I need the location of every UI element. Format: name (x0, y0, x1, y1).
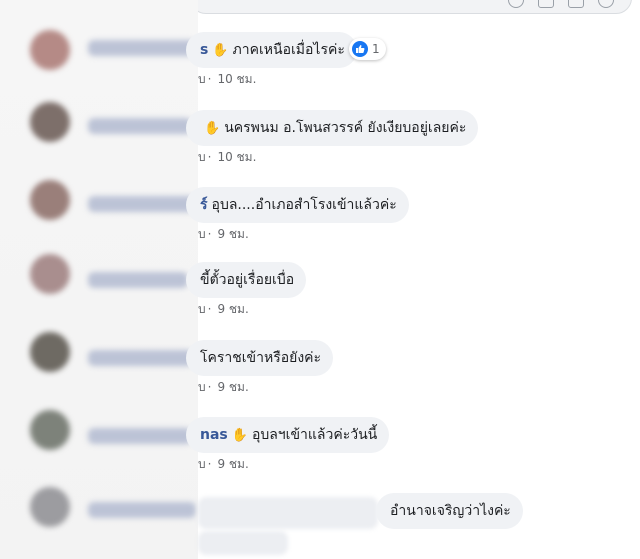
comment-text: อุบลฯเข้าแล้วค่ะวันนี้ (251, 427, 378, 443)
avatar[interactable] (30, 487, 70, 527)
comment-bubble: nas ✋ อุบลฯเข้าแล้วค่ะวันนี้ (186, 417, 390, 453)
avatar[interactable] (30, 254, 70, 294)
comment-time[interactable]: 10 ชม. (217, 150, 256, 164)
reply-link[interactable]: บ (198, 227, 206, 241)
comment-time[interactable]: 9 ชม. (217, 302, 248, 316)
comment-time[interactable]: 9 ชม. (217, 457, 248, 471)
avatar[interactable] (30, 102, 70, 142)
reply-link[interactable]: บ (198, 380, 206, 394)
comment-tools (508, 0, 614, 8)
comment-meta: บ · 9 ชม. (198, 302, 249, 316)
camera-icon[interactable] (538, 0, 554, 8)
commenter-name-blurred[interactable] (88, 40, 198, 56)
comment-bubble: s ✋ ภาคเหนือเมื่อไรค่ะ (186, 32, 357, 68)
wave-icon: ✋ (204, 120, 221, 136)
reaction-badge[interactable]: 1 (349, 38, 386, 60)
comment-meta: บ · 9 ชม. (198, 227, 249, 241)
reply-link[interactable]: บ (198, 457, 206, 471)
blurred-meta-cover (198, 531, 288, 555)
wave-icon: ✋ (212, 42, 229, 58)
comment-bubble: โคราชเข้าหรือยังค่ะ (186, 340, 334, 376)
comment-meta: บ · 9 ชม. (198, 457, 249, 471)
comment-text: นครพนม อ.โพนสวรรค์ ยังเงียบอยู่เลยค่ะ (224, 120, 467, 136)
comment-text: ภาคเหนือเมื่อไรค่ะ (232, 42, 345, 58)
comment-text: ขี้ตั้วอยู่เรื่อยเบื่อ (200, 272, 295, 288)
commenter-name-blurred[interactable] (88, 428, 192, 444)
reply-link[interactable]: บ (198, 302, 206, 316)
sticker-icon[interactable] (598, 0, 614, 8)
comment-time[interactable]: 9 ชม. (217, 227, 248, 241)
commenter-name-blurred[interactable] (88, 196, 196, 212)
comment-meta: บ · 9 ชม. (198, 380, 249, 394)
commenter-name[interactable]: nas (200, 427, 228, 443)
comment-text: โคราชเข้าหรือยังค่ะ (200, 350, 322, 366)
reply-link[interactable]: บ (198, 150, 206, 164)
wave-icon: ✋ (231, 427, 248, 443)
commenter-name[interactable]: ร์ (200, 194, 208, 216)
comment-meta: บ · 10 ชม. (198, 72, 257, 86)
commenter-name-blurred[interactable] (88, 118, 192, 134)
comment-bubble: อำนาจเจริญว่าไงค่ะ (376, 493, 523, 529)
emoji-icon[interactable] (508, 0, 524, 8)
comment-bubble: ร์ อุบล....อำเภอสำโรงเข้าแล้วค่ะ (186, 187, 409, 223)
reply-link[interactable]: บ (198, 72, 206, 86)
reaction-count: 1 (372, 42, 380, 56)
avatar[interactable] (30, 332, 70, 372)
commenter-name-blurred[interactable] (88, 502, 196, 518)
commenter-name-blurred[interactable] (88, 350, 194, 366)
commenter-name-blurred[interactable] (88, 272, 188, 288)
blurred-name-cover (198, 497, 378, 529)
comment-text: อุบล....อำเภอสำโรงเข้าแล้วค่ะ (211, 197, 397, 213)
comment-bubble: ขี้ตั้วอยู่เรื่อยเบื่อ (186, 262, 307, 298)
comment-bubble: ✋ นครพนม อ.โพนสวรรค์ ยังเงียบอยู่เลยค่ะ (186, 110, 479, 146)
avatar[interactable] (30, 410, 70, 450)
avatar[interactable] (30, 180, 70, 220)
avatar[interactable] (30, 30, 70, 70)
comment-text: อำนาจเจริญว่าไงค่ะ (390, 503, 511, 519)
commenter-name[interactable]: s (200, 42, 208, 58)
comment-meta: บ · 10 ชม. (198, 150, 257, 164)
like-icon (352, 41, 368, 57)
comment-time[interactable]: 10 ชม. (217, 72, 256, 86)
gif-icon[interactable] (568, 0, 584, 8)
comment-time[interactable]: 9 ชม. (217, 380, 248, 394)
